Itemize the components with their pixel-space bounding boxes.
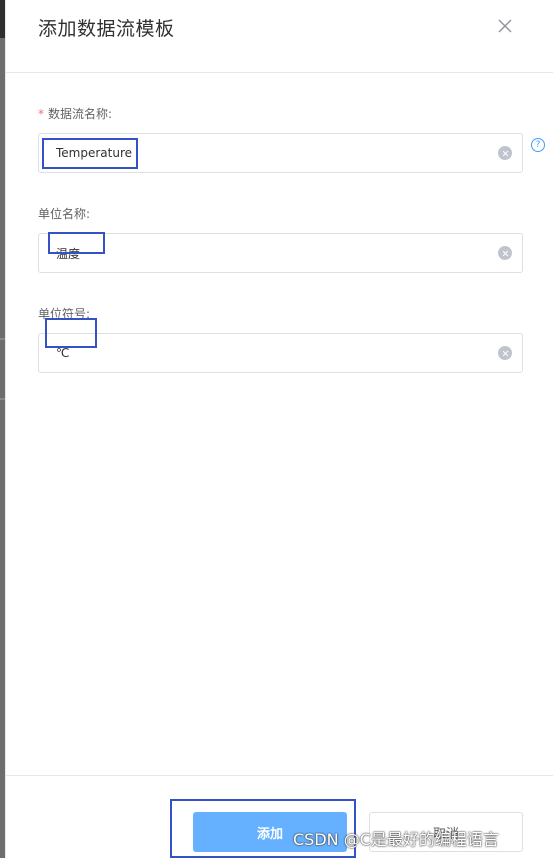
drawer-footer: 添加 取消 (6, 775, 553, 858)
unit-name-input-wrapper (38, 233, 523, 273)
close-icon[interactable] (495, 16, 515, 36)
unit-name-label: 单位名称: (38, 207, 91, 221)
drawer-header: 添加数据流模板 (6, 0, 553, 73)
add-button[interactable]: 添加 (193, 812, 347, 852)
add-stream-template-drawer: 添加数据流模板 * 数据流名称: ? (5, 0, 553, 858)
unit-symbol-input-wrapper (38, 333, 523, 373)
page: 添加数据流模板 * 数据流名称: ? (0, 0, 553, 858)
unit-symbol-field: 单位符号: (38, 305, 523, 373)
unit-name-input[interactable] (39, 234, 522, 272)
stream-name-label: * 数据流名称: (38, 105, 523, 123)
question-circle-icon[interactable]: ? (531, 138, 545, 152)
unit-name-field: 单位名称: (38, 205, 523, 273)
template-form: * 数据流名称: ? 单位名称: 单位符号: (38, 105, 545, 373)
clear-icon[interactable] (498, 346, 512, 360)
drawer-title: 添加数据流模板 (38, 18, 175, 40)
required-mark: * (38, 107, 44, 121)
clear-icon[interactable] (498, 246, 512, 260)
clear-icon[interactable] (498, 146, 512, 160)
stream-name-input[interactable] (39, 134, 522, 172)
stream-name-input-wrapper (38, 133, 523, 173)
unit-symbol-input[interactable] (39, 334, 522, 372)
unit-symbol-label: 单位符号: (38, 307, 91, 321)
stream-name-label-text: 数据流名称: (48, 107, 113, 121)
stream-name-field: * 数据流名称: ? (38, 105, 545, 173)
cancel-button[interactable]: 取消 (369, 812, 523, 852)
